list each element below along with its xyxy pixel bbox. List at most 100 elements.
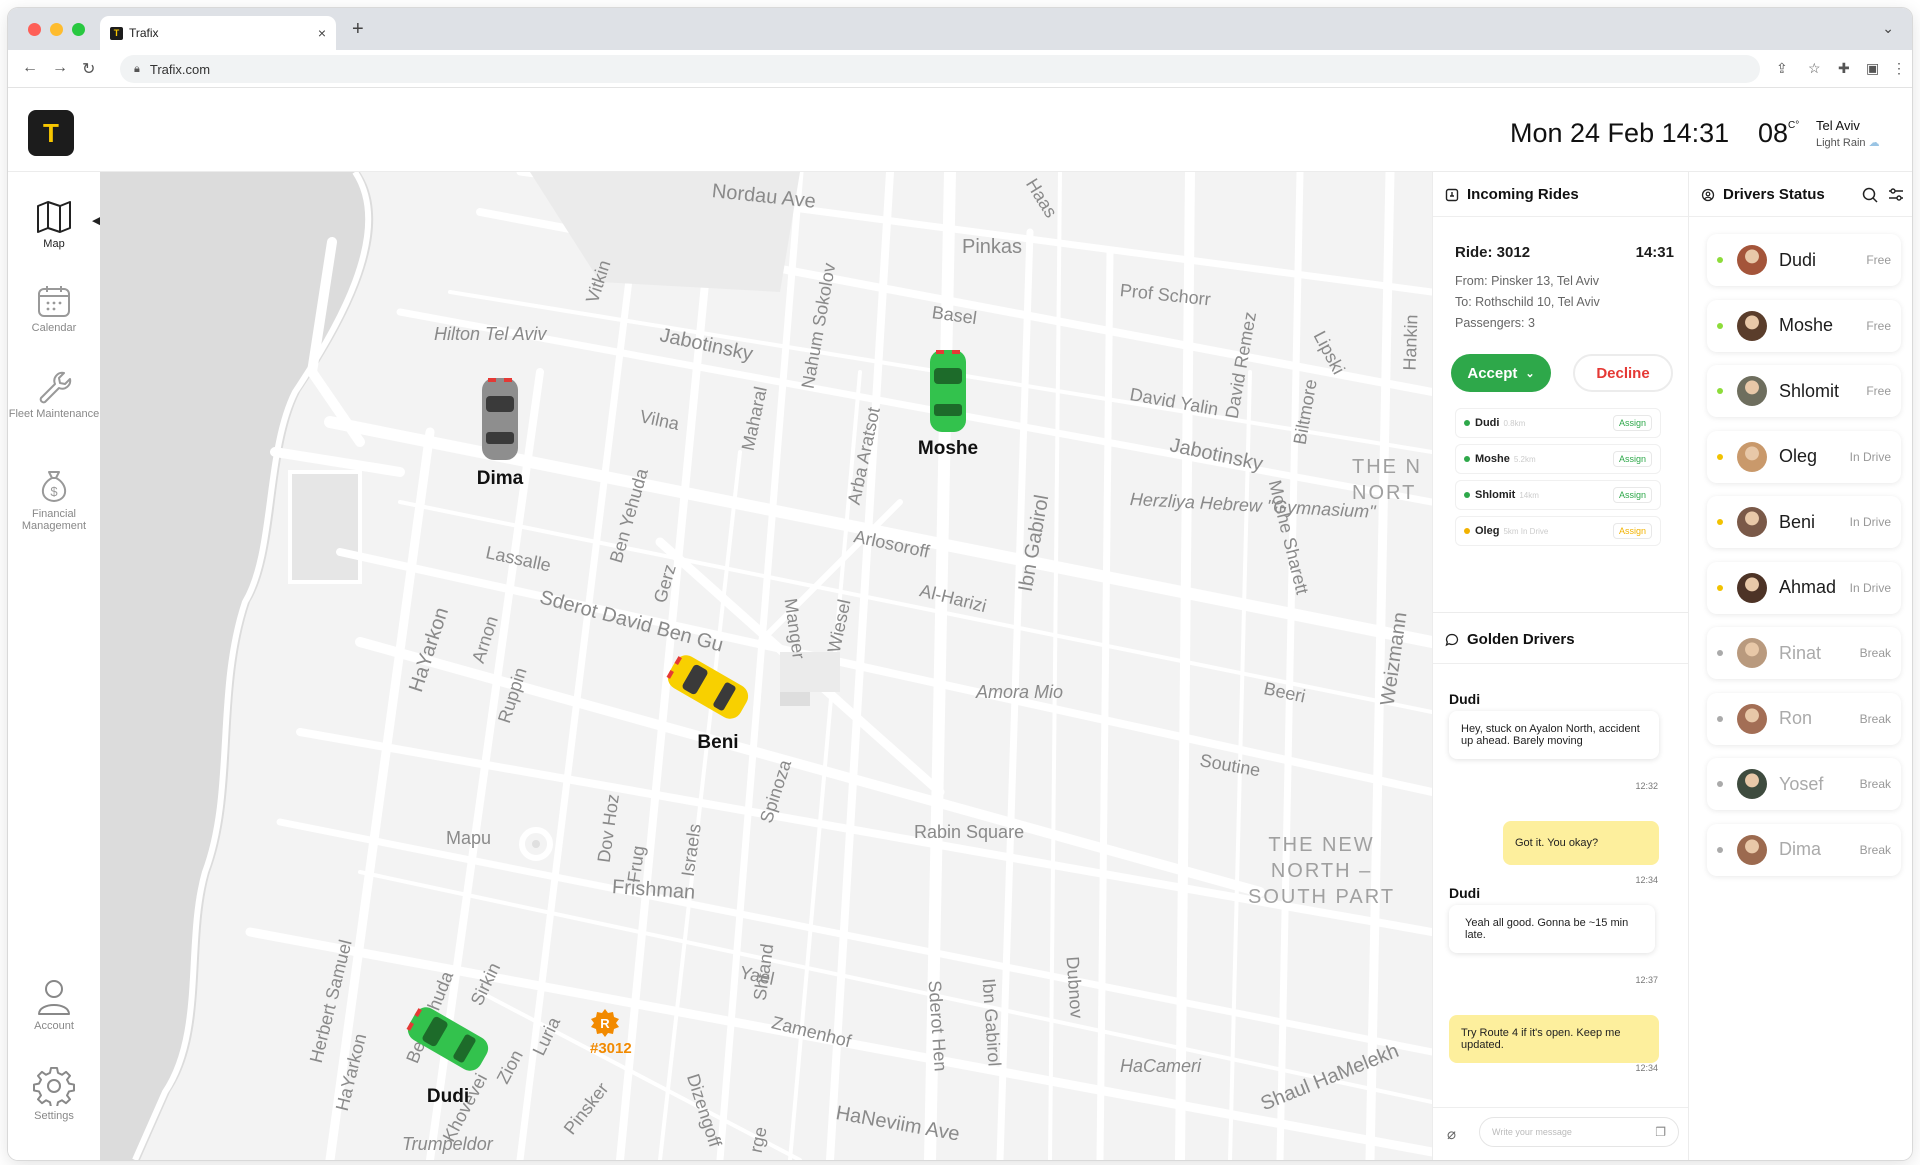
send-icon[interactable]: ❐ (1655, 1125, 1666, 1139)
driver-card-beni[interactable]: Beni In Drive (1707, 496, 1901, 548)
message-input[interactable]: Write your message ❐ (1479, 1117, 1679, 1147)
nav-item-calendar[interactable]: Calendar (8, 284, 100, 334)
nav-label: Fleet Maintenance (8, 408, 100, 420)
nav-item-fleet-maintenance[interactable]: Fleet Maintenance (8, 370, 100, 420)
gear-icon (33, 1066, 75, 1106)
driver-name: Moshe (1779, 315, 1834, 335)
nav-label: Settings (34, 1110, 74, 1122)
car-dima[interactable] (478, 376, 522, 462)
assign-driver-row: Moshe 5.2km Assign (1455, 444, 1661, 474)
avatar (1737, 245, 1767, 275)
extensions-icon[interactable]: ✚ (1838, 60, 1850, 77)
nav-label: Account (34, 1020, 74, 1032)
driver-card-yosef[interactable]: Yosef Break (1707, 758, 1901, 810)
app-logo[interactable]: T (28, 110, 74, 156)
nav-item-map[interactable]: Map (8, 200, 100, 250)
back-icon[interactable]: ← (22, 59, 38, 77)
assign-button[interactable]: Assign (1612, 451, 1652, 467)
browser-tab[interactable]: T Trafix × (100, 16, 336, 50)
driver-badge-icon (1701, 188, 1715, 201)
driver-card-dudi[interactable]: Dudi Free (1707, 234, 1901, 286)
driver-status: Break (1859, 646, 1891, 660)
driver-card-ron[interactable]: Ron Break (1707, 692, 1901, 745)
driver-card-oleg[interactable]: Oleg In Drive (1707, 430, 1901, 483)
favicon: T (110, 26, 123, 40)
temperature-unit: C° (1788, 120, 1800, 131)
driver-status: Free (1866, 253, 1891, 267)
street-grid (100, 172, 1432, 1160)
driver-name: Yosef (1779, 773, 1824, 794)
decline-ride-button[interactable]: Decline (1573, 354, 1673, 392)
status-dot (1717, 584, 1723, 591)
driver-status: Break (1859, 777, 1891, 791)
incoming-message: Yeah all good. Gonna be ~15 min late. (1449, 905, 1655, 953)
calendar-icon (38, 286, 70, 317)
street-label: Amora Mio (976, 682, 1064, 702)
driver-name: Rinat (1779, 642, 1822, 663)
chevron-down-icon: ⌄ (1525, 367, 1535, 380)
driver-status: Free (1866, 384, 1891, 398)
drivers-status-title: Drivers Status (1701, 186, 1825, 203)
nav-item-financial-management[interactable]: $ Financial Management (8, 468, 100, 532)
address-bar[interactable]: 🔒︎ Trafix.com (120, 55, 1760, 83)
divider (1433, 1107, 1688, 1108)
street-label: Rabin Square (914, 822, 1025, 842)
map-icon (37, 201, 71, 233)
forward-icon[interactable]: → (52, 59, 68, 77)
status-dot (1717, 650, 1723, 656)
side-panel-icon[interactable]: ▣ (1866, 60, 1879, 77)
golden-drivers-chat-panel: Golden Drivers Dudi Hey, stuck on Ayalon… (1432, 612, 1688, 1160)
assign-button[interactable]: Assign (1612, 487, 1652, 503)
district-label: THE N NORT (1352, 456, 1422, 504)
minimize-window-button[interactable] (50, 23, 63, 36)
svg-text:$: $ (50, 484, 58, 499)
status-dot (1717, 715, 1723, 722)
ride-pickup-pin-icon[interactable]: R (590, 1008, 620, 1038)
driver-card-rinat[interactable]: Rinat Break (1707, 627, 1901, 679)
message-sender: Dudi (1449, 691, 1481, 707)
car-label: Dima (476, 468, 524, 489)
paperclip-icon[interactable]: ⌀ (1447, 1125, 1456, 1143)
message-time: 12:34 (1635, 875, 1658, 885)
status-dot (1717, 257, 1723, 263)
nav-item-settings[interactable]: Settings (8, 1066, 100, 1122)
assign-driver-row: Dudi 0.8km Assign (1455, 408, 1661, 438)
accept-ride-button[interactable]: Accept ⌄ (1451, 354, 1551, 392)
new-tab-button[interactable]: + (352, 18, 364, 41)
driver-card-shlomit[interactable]: Shlomit Free (1707, 365, 1901, 417)
share-icon[interactable]: ⇪ (1776, 60, 1788, 77)
search-icon[interactable] (1861, 186, 1879, 204)
driver-card-ahmad[interactable]: Ahmad In Drive (1707, 561, 1901, 614)
filter-sliders-icon[interactable] (1887, 186, 1905, 204)
close-window-button[interactable] (28, 23, 41, 36)
driver-status: In Drive (1849, 580, 1891, 595)
assign-button[interactable]: Assign (1612, 523, 1652, 539)
tab-close-icon[interactable]: × (318, 25, 326, 41)
assign-driver-row: Oleg 5km In Drive Assign (1455, 516, 1661, 546)
street-label: Hilton Tel Aviv (434, 324, 547, 344)
incoming-rides-panel: Incoming Rides Ride: 3012 14:31 From: Pi… (1432, 172, 1688, 612)
weather-city: Tel Aviv (1816, 118, 1860, 133)
maximize-window-button[interactable] (72, 23, 85, 36)
ride-passengers: Passengers: 3 (1455, 316, 1535, 330)
reload-icon[interactable]: ↻ (82, 59, 95, 79)
assign-button[interactable]: Assign (1612, 415, 1652, 431)
bookmark-star-icon[interactable]: ☆ (1808, 60, 1821, 77)
tab-list-chevron-icon[interactable]: ⌄ (1882, 20, 1894, 37)
driver-card-moshe[interactable]: Moshe Free (1707, 299, 1901, 352)
car-moshe[interactable] (926, 348, 970, 434)
nav-item-account[interactable]: Account (8, 978, 100, 1032)
side-navigation: ◀ Map Calendar Fleet Maintenance $ Finan… (8, 172, 100, 1160)
driver-card-dima[interactable]: Dima Break (1707, 823, 1901, 876)
incoming-rides-title: Incoming Rides (1445, 186, 1579, 203)
ride-to: To: Rothschild 10, Tel Aviv (1455, 295, 1600, 309)
car-label: Dudi (426, 1086, 470, 1107)
driver-name: Dudi (1779, 249, 1817, 270)
divider (1433, 216, 1688, 217)
avatar (1737, 638, 1767, 668)
temperature: 08C° (1758, 118, 1800, 148)
map-view[interactable]: Nordau Ave Haas Pinkas Hilton Tel Aviv V… (100, 172, 1432, 1160)
menu-kebab-icon[interactable]: ⋮ (1892, 60, 1906, 77)
app-header: T Mon 24 Feb 14:31 08C° Tel Aviv Light R… (8, 88, 1912, 172)
url-text: Trafix.com (149, 61, 211, 77)
